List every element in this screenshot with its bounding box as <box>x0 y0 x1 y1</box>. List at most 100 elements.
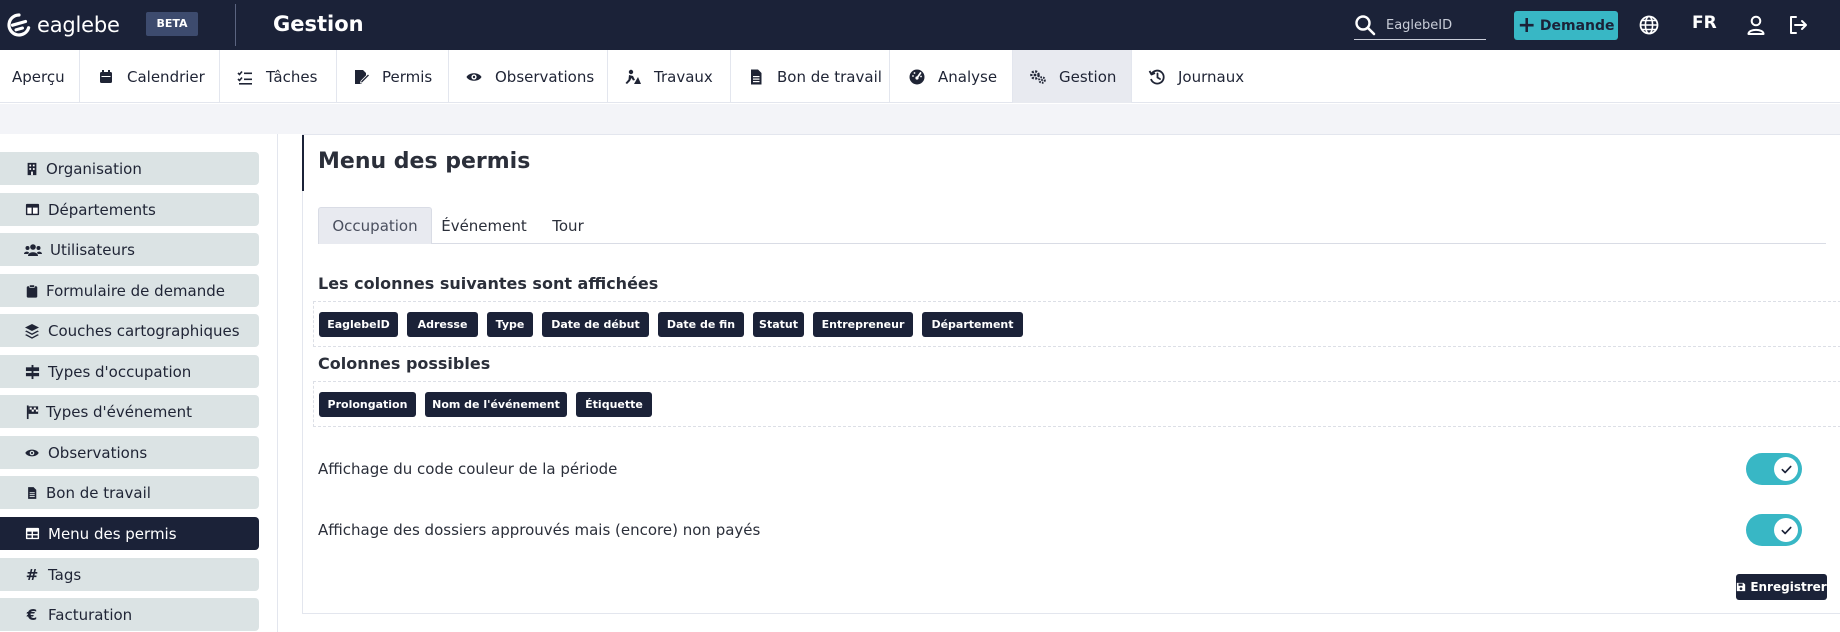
table-icon <box>24 526 40 542</box>
column-chip[interactable]: Étiquette <box>576 392 652 417</box>
column-chip[interactable]: Département <box>922 312 1023 337</box>
sidebar-item-label: Tags <box>48 565 82 584</box>
column-chip[interactable]: Adresse <box>407 312 478 337</box>
setting-label-unpaid-approved: Affichage des dossiers approuvés mais (e… <box>318 521 761 539</box>
sidebar-item-label: Observations <box>48 443 148 462</box>
sidebar-item-formulaire-de-demande[interactable]: Formulaire de demande <box>0 274 259 307</box>
save-label: Enregistrer <box>1750 580 1827 594</box>
column-chip[interactable]: Nom de l'événement <box>425 392 567 417</box>
search-input[interactable] <box>1386 14 1482 36</box>
page-header-strip <box>0 104 1840 134</box>
plus-icon: + <box>1517 12 1536 38</box>
column-chip[interactable]: Date de fin <box>658 312 744 337</box>
tab-label: Gestion <box>1059 67 1117 86</box>
column-chip[interactable]: Statut <box>753 312 804 337</box>
tab-label: Aperçu <box>12 67 65 86</box>
title-accent <box>302 135 304 191</box>
shown-columns-dropzone[interactable]: EaglebeID Adresse Type Date de début Dat… <box>313 301 1840 347</box>
eye-icon <box>24 445 40 461</box>
permit-type-tabs: Occupation Événement Tour <box>318 207 1826 244</box>
permit-icon <box>352 68 370 86</box>
beta-badge: BETA <box>146 12 198 36</box>
check-icon <box>1774 457 1798 481</box>
sidebar-item-label: Types d'occupation <box>48 362 192 381</box>
globe-icon[interactable] <box>1637 13 1661 37</box>
column-chip[interactable]: EaglebeID <box>319 312 398 337</box>
tab-permis[interactable]: Permis <box>337 50 449 103</box>
tab-analyse[interactable]: Analyse <box>890 50 1013 103</box>
tab-label: Travaux <box>654 67 713 86</box>
sidebar-item-observations[interactable]: Observations <box>0 436 259 469</box>
subtab-tour[interactable]: Tour <box>536 207 600 244</box>
eye-icon <box>465 68 483 86</box>
possible-columns-title: Colonnes possibles <box>318 354 491 373</box>
tasks-icon <box>236 68 254 86</box>
sidebar-item-organisation[interactable]: Organisation <box>0 152 259 185</box>
sidebar-item-couches-cartographiques[interactable]: Couches cartographiques <box>0 314 259 347</box>
tab-label: Observations <box>495 67 595 86</box>
tab-taches[interactable]: Tâches <box>220 50 337 103</box>
tab-label: Journaux <box>1178 67 1245 86</box>
search-box <box>1354 10 1486 40</box>
check-icon <box>1774 518 1798 542</box>
euro-icon: € <box>26 605 38 624</box>
floppy-icon <box>1736 582 1746 592</box>
divider <box>235 4 236 46</box>
sidebar-item-types-devenement[interactable]: Types d'événement <box>0 395 259 428</box>
setting-label-period-color: Affichage du code couleur de la période <box>318 460 618 478</box>
logout-icon[interactable] <box>1786 13 1810 37</box>
sidebar-item-tags[interactable]: # Tags <box>0 558 259 591</box>
permit-menu-panel: Menu des permis Occupation Événement Tou… <box>302 134 1840 614</box>
subtab-evenement[interactable]: Événement <box>432 207 536 244</box>
column-chip[interactable]: Type <box>487 312 533 337</box>
sign-icon <box>24 364 40 380</box>
history-icon <box>1148 68 1166 86</box>
tab-label: Calendrier <box>127 67 205 86</box>
main-tabs: Aperçu Calendrier Tâches Permis Observat… <box>0 50 1840 103</box>
sidebar-item-utilisateurs[interactable]: Utilisateurs <box>0 233 259 266</box>
sidebar-item-facturation[interactable]: € Facturation <box>0 598 259 631</box>
tab-observations[interactable]: Observations <box>449 50 608 103</box>
tab-label: Bon de travail <box>777 67 882 86</box>
subtab-occupation[interactable]: Occupation <box>318 207 432 244</box>
sidebar-item-types-doccupation[interactable]: Types d'occupation <box>0 355 259 388</box>
language-selector[interactable]: FR <box>1692 13 1717 33</box>
sidebar-item-label: Types d'événement <box>46 402 192 421</box>
column-chip[interactable]: Prolongation <box>319 392 416 417</box>
building-icon <box>24 161 40 177</box>
sidebar-item-label: Utilisateurs <box>50 240 135 259</box>
user-icon[interactable] <box>1744 13 1768 37</box>
tab-apercu[interactable]: Aperçu <box>0 50 80 103</box>
search-icon[interactable] <box>1354 14 1376 36</box>
eaglebe-logo-icon <box>7 13 31 37</box>
sidebar-item-label: Formulaire de demande <box>46 281 225 300</box>
save-button[interactable]: Enregistrer <box>1736 574 1827 600</box>
sidebar-item-departements[interactable]: Départements <box>0 193 259 226</box>
column-chip[interactable]: Entrepreneur <box>813 312 913 337</box>
worker-icon <box>624 68 642 86</box>
unpaid-approved-toggle[interactable] <box>1746 514 1802 546</box>
page-title: Menu des permis <box>318 149 531 174</box>
flag-icon <box>24 404 40 420</box>
tab-travaux[interactable]: Travaux <box>608 50 731 103</box>
tab-label: Permis <box>382 67 433 86</box>
sidebar-item-label: Couches cartographiques <box>48 321 240 340</box>
tab-calendrier[interactable]: Calendrier <box>80 50 220 103</box>
tab-bon-de-travail[interactable]: Bon de travail <box>731 50 890 103</box>
gauge-icon <box>908 68 926 86</box>
column-chip[interactable]: Date de début <box>542 312 649 337</box>
tab-gestion[interactable]: Gestion <box>1013 50 1132 103</box>
tab-label: Tâches <box>266 67 318 86</box>
possible-columns-dropzone[interactable]: Prolongation Nom de l'événement Étiquett… <box>313 381 1840 427</box>
period-color-toggle[interactable] <box>1746 453 1802 485</box>
logo[interactable]: eaglebe <box>6 12 120 38</box>
sidebar-item-menu-des-permis[interactable]: Menu des permis <box>0 517 259 550</box>
new-request-label: Demande <box>1539 17 1615 34</box>
new-request-button[interactable]: + Demande <box>1514 11 1618 40</box>
app-title: Gestion <box>273 12 364 36</box>
sidebar-item-label: Départements <box>48 200 156 219</box>
tab-journaux[interactable]: Journaux <box>1132 50 1262 103</box>
tab-label: Analyse <box>938 67 998 86</box>
logo-text: eaglebe <box>37 13 120 37</box>
sidebar-item-bon-de-travail[interactable]: Bon de travail <box>0 476 259 509</box>
